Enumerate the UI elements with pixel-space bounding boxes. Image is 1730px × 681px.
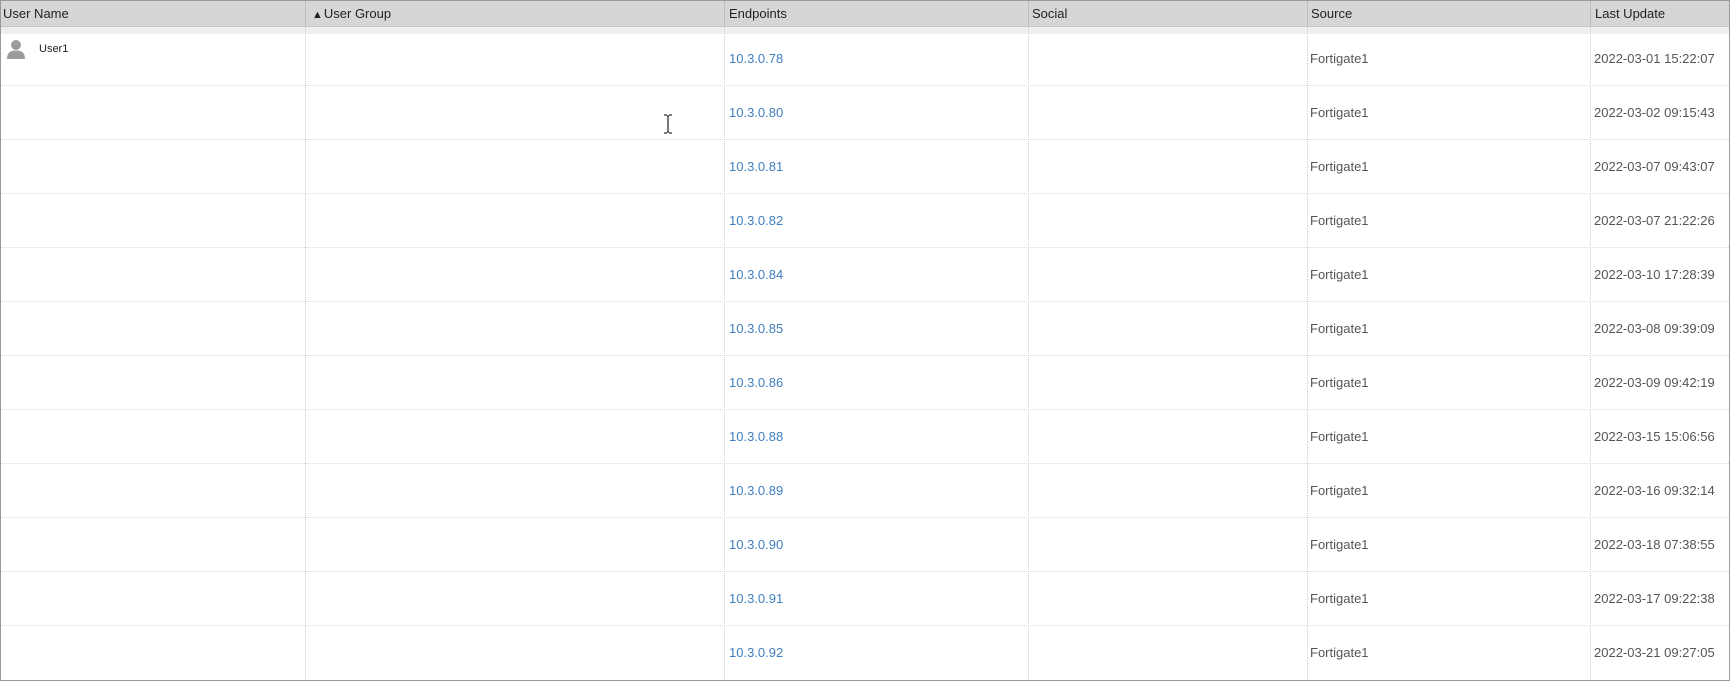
last-update-cell: 2022-03-15 15:06:56 [1594,429,1715,444]
source-cell: Fortigate1 [1310,537,1369,552]
source-cell: Fortigate1 [1310,375,1369,390]
column-resize-handle[interactable] [1590,1,1591,26]
column-header-source[interactable]: Source [1309,1,1590,26]
user-table: User Name ▲User Group Endpoints Social S… [0,0,1730,681]
row-divider [1,355,1729,356]
table-row[interactable]: 10.3.0.84 Fortigate1 2022-03-10 17:28:39 [1,248,1729,302]
source-cell: Fortigate1 [1310,483,1369,498]
table-header: User Name ▲User Group Endpoints Social S… [1,1,1729,27]
row-divider [1,625,1729,626]
source-cell: Fortigate1 [1310,105,1369,120]
column-header-user-group-label: User Group [323,6,392,21]
endpoint-link[interactable]: 10.3.0.82 [729,194,783,248]
table-row[interactable]: 10.3.0.86 Fortigate1 2022-03-09 09:42:19 [1,356,1729,410]
column-header-last-update-label: Last Update [1595,6,1666,21]
last-update-cell: 2022-03-01 15:22:07 [1594,51,1715,66]
endpoint-link[interactable]: 10.3.0.92 [729,626,783,680]
endpoint-link[interactable]: 10.3.0.89 [729,464,783,518]
endpoint-link[interactable]: 10.3.0.91 [729,572,783,626]
column-resize-handle[interactable] [1028,1,1029,26]
endpoint-link[interactable]: 10.3.0.84 [729,248,783,302]
column-resize-handle[interactable] [724,1,725,26]
endpoint-link[interactable]: 10.3.0.88 [729,410,783,464]
sort-ascending-icon: ▲ [312,9,323,21]
row-divider [1,247,1729,248]
table-row[interactable]: 10.3.0.78 Fortigate1 2022-03-01 15:22:07 [1,32,1729,86]
endpoint-link[interactable]: 10.3.0.86 [729,356,783,410]
column-header-user-group[interactable]: ▲User Group [310,1,724,26]
row-divider [1,517,1729,518]
source-cell: Fortigate1 [1310,321,1369,336]
table-row[interactable]: 10.3.0.80 Fortigate1 2022-03-02 09:15:43 [1,86,1729,140]
endpoint-link[interactable]: 10.3.0.81 [729,140,783,194]
last-update-cell: 2022-03-07 09:43:07 [1594,159,1715,174]
table-row[interactable]: 10.3.0.81 Fortigate1 2022-03-07 09:43:07 [1,140,1729,194]
last-update-cell: 2022-03-09 09:42:19 [1594,375,1715,390]
column-header-social-label: Social [1032,6,1068,21]
column-resize-handle[interactable] [305,1,306,26]
table-row[interactable]: 10.3.0.85 Fortigate1 2022-03-08 09:39:09 [1,302,1729,356]
last-update-cell: 2022-03-02 09:15:43 [1594,105,1715,120]
text-cursor-icon [664,114,672,134]
column-header-last-update[interactable]: Last Update [1593,1,1729,26]
source-cell: Fortigate1 [1310,51,1369,66]
last-update-cell: 2022-03-18 07:38:55 [1594,537,1715,552]
source-cell: Fortigate1 [1310,429,1369,444]
last-update-cell: 2022-03-21 09:27:05 [1594,645,1715,660]
source-cell: Fortigate1 [1310,159,1369,174]
column-header-endpoints[interactable]: Endpoints [727,1,1028,26]
last-update-cell: 2022-03-08 09:39:09 [1594,321,1715,336]
column-resize-handle[interactable] [1307,1,1308,26]
table-row[interactable]: 10.3.0.89 Fortigate1 2022-03-16 09:32:14 [1,464,1729,518]
column-header-social[interactable]: Social [1030,1,1307,26]
endpoint-link[interactable]: 10.3.0.85 [729,302,783,356]
column-header-source-label: Source [1311,6,1353,21]
row-divider [1,301,1729,302]
table-row[interactable]: 10.3.0.88 Fortigate1 2022-03-15 15:06:56 [1,410,1729,464]
table-row[interactable]: 10.3.0.92 Fortigate1 2022-03-21 09:27:05 [1,626,1729,680]
last-update-cell: 2022-03-10 17:28:39 [1594,267,1715,282]
last-update-cell: 2022-03-17 09:22:38 [1594,591,1715,606]
source-cell: Fortigate1 [1310,645,1369,660]
source-cell: Fortigate1 [1310,213,1369,228]
column-header-endpoints-label: Endpoints [729,6,787,21]
table-row[interactable]: 10.3.0.82 Fortigate1 2022-03-07 21:22:26 [1,194,1729,248]
row-divider [1,571,1729,572]
source-cell: Fortigate1 [1310,591,1369,606]
row-divider [1,85,1729,86]
row-divider [1,409,1729,410]
row-divider [1,463,1729,464]
last-update-cell: 2022-03-07 21:22:26 [1594,213,1715,228]
last-update-cell: 2022-03-16 09:32:14 [1594,483,1715,498]
table-row[interactable]: 10.3.0.91 Fortigate1 2022-03-17 09:22:38 [1,572,1729,626]
column-header-user-name[interactable]: User Name [1,1,305,26]
table-row[interactable]: 10.3.0.90 Fortigate1 2022-03-18 07:38:55 [1,518,1729,572]
endpoint-link[interactable]: 10.3.0.90 [729,518,783,572]
row-divider [1,139,1729,140]
source-cell: Fortigate1 [1310,267,1369,282]
endpoint-link[interactable]: 10.3.0.78 [729,32,783,86]
column-header-user-name-label: User Name [3,6,69,21]
row-divider [1,193,1729,194]
endpoint-link[interactable]: 10.3.0.80 [729,86,783,140]
